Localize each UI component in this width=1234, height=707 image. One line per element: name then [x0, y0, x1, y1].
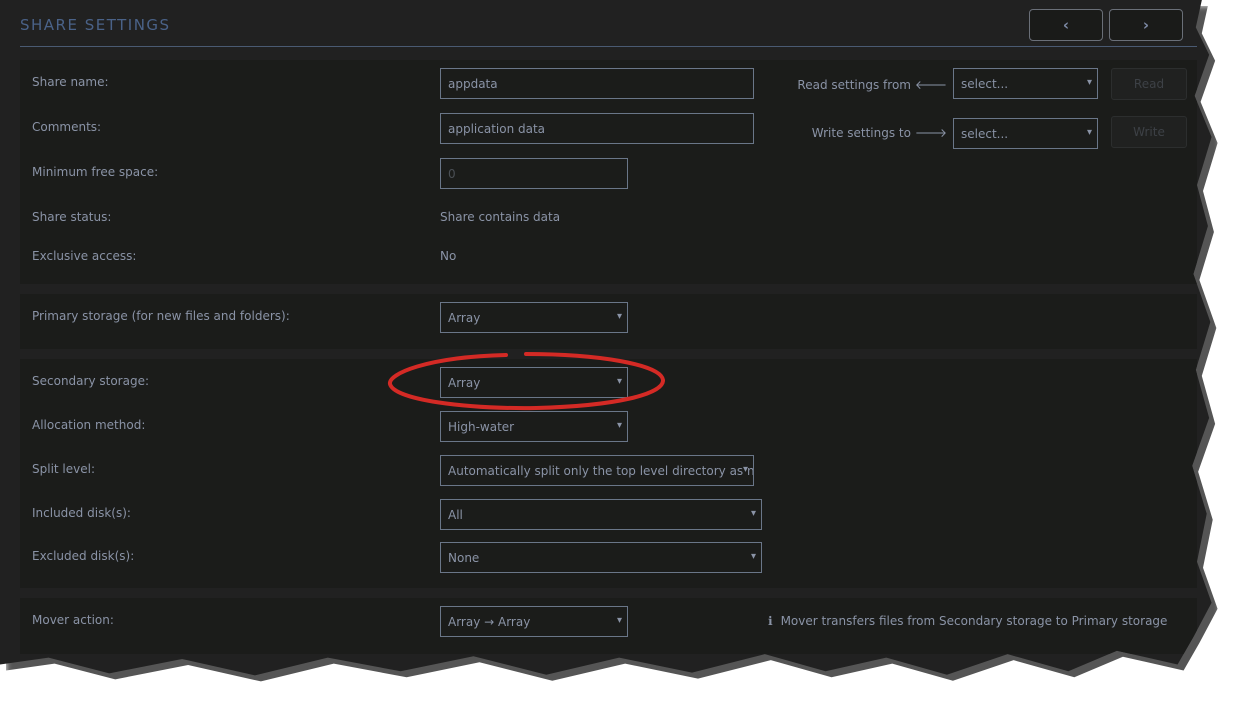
- min-free-space-label: Minimum free space:: [32, 165, 159, 179]
- read-settings-select[interactable]: select...: [953, 68, 1098, 99]
- title-divider: [20, 46, 1197, 47]
- secondary-storage-label: Secondary storage:: [32, 374, 149, 388]
- page-title: SHARE SETTINGS: [20, 16, 171, 34]
- mover-section: Mover action: Array → Array ℹ Mover trans…: [20, 598, 1197, 654]
- red-annotation-ellipse: [388, 352, 665, 411]
- next-button[interactable]: ›: [1109, 9, 1183, 41]
- write-settings-select[interactable]: select...: [953, 118, 1098, 149]
- write-settings-label: Write settings to 🡒: [812, 125, 947, 140]
- allocation-method-value: High-water: [448, 419, 515, 434]
- mover-action-select[interactable]: Array → Array: [440, 606, 628, 637]
- allocation-method-label: Allocation method:: [32, 418, 146, 432]
- included-disks-select[interactable]: All: [440, 499, 762, 530]
- mover-action-label: Mover action:: [32, 613, 114, 627]
- mover-info-text: Mover transfers files from Secondary sto…: [780, 614, 1168, 628]
- included-disks-value: All: [448, 507, 463, 522]
- chevron-left-icon: ‹: [1062, 16, 1070, 34]
- excluded-disks-select[interactable]: None: [440, 542, 762, 573]
- split-level-label: Split level:: [32, 462, 95, 476]
- comments-label: Comments:: [32, 120, 102, 134]
- arrow-right-icon: 🡒: [914, 126, 947, 140]
- general-section: Share name: appdata Comments: applicatio…: [20, 60, 1197, 284]
- primary-storage-select[interactable]: Array: [440, 302, 628, 333]
- read-settings-label: Read settings from 🡐: [797, 77, 947, 92]
- excluded-disks-value: None: [448, 550, 480, 565]
- mover-info: ℹ Mover transfers files from Secondary st…: [768, 614, 1167, 628]
- share-name-label: Share name:: [32, 75, 109, 89]
- split-level-value: Automatically split only the top level d…: [448, 463, 754, 478]
- split-level-select[interactable]: Automatically split only the top level d…: [440, 455, 754, 486]
- primary-storage-label: Primary storage (for new files and folde…: [32, 309, 290, 323]
- exclusive-access-label: Exclusive access:: [32, 249, 137, 263]
- share-status-label: Share status:: [32, 210, 112, 224]
- chevron-right-icon: ›: [1142, 16, 1150, 34]
- primary-storage-value: Array: [448, 310, 481, 325]
- share-name-input[interactable]: appdata: [440, 68, 754, 99]
- arrow-left-icon: 🡐: [914, 78, 947, 92]
- write-settings-value: select...: [961, 126, 1009, 141]
- allocation-method-select[interactable]: High-water: [440, 411, 628, 442]
- primary-storage-section: Primary storage (for new files and folde…: [20, 294, 1197, 349]
- write-settings-text: Write settings to: [811, 126, 911, 140]
- included-disks-label: Included disk(s):: [32, 506, 131, 520]
- write-button[interactable]: Write: [1111, 116, 1187, 148]
- share-status-value: Share contains data: [440, 210, 561, 224]
- comments-input[interactable]: application data: [440, 113, 754, 144]
- read-button[interactable]: Read: [1111, 68, 1187, 100]
- previous-button[interactable]: ‹: [1029, 9, 1103, 41]
- mover-action-value: Array → Array: [448, 614, 531, 629]
- info-icon: ℹ: [768, 614, 773, 628]
- read-settings-text: Read settings from: [797, 78, 911, 92]
- read-settings-value: select...: [961, 76, 1009, 91]
- min-free-space-input[interactable]: 0: [440, 158, 628, 189]
- exclusive-access-value: No: [440, 249, 457, 263]
- share-settings-window: SHARE SETTINGS ‹ › Share name: appdata C…: [0, 0, 1212, 676]
- excluded-disks-label: Excluded disk(s):: [32, 549, 135, 563]
